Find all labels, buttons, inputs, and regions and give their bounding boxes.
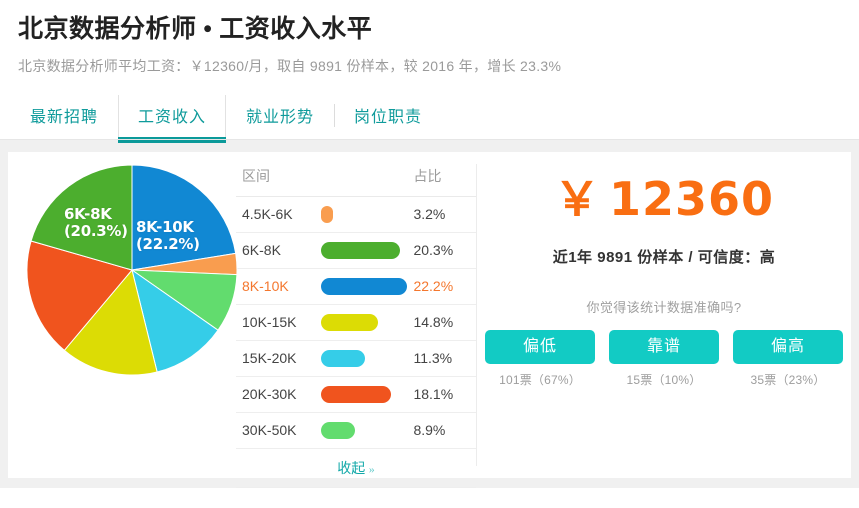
cell-range: 15K-20K (236, 340, 321, 377)
pie-label-6k-8k: 6K-8K (20.3%) (64, 206, 128, 240)
vote-count-accurate: 15票（10%） (626, 373, 702, 388)
distribution-table: 区间 占比 4.5K-6K 3.2% 6K-8K 20.3% 8K-10K 22.2% 10… (236, 165, 476, 488)
cell-percentage: 20.3% (413, 232, 476, 269)
currency-symbol: ￥ (553, 171, 601, 226)
page-title: 北京数据分析师 • 工资收入水平 (18, 16, 373, 43)
table-row[interactable]: 6K-8K 20.3% (236, 232, 476, 269)
cell-range: 30K-50K (236, 412, 321, 449)
table-footer-row: 收起 » (236, 448, 476, 488)
vote-button-low[interactable]: 偏低 (485, 330, 595, 365)
collapse-link[interactable]: 收起 » (337, 462, 375, 477)
cell-bar (320, 340, 414, 377)
cell-percentage: 8.9% (413, 412, 476, 449)
pie-label-8k-10k: 8K-10K (22.2%) (136, 219, 200, 253)
pie-slices (26, 164, 238, 376)
tab-salary-income[interactable]: 工资收入 (118, 94, 227, 143)
column-header-range: 区间 (236, 165, 321, 197)
vote-row: 偏低 101票（67%） 靠谱 15票（10%） 偏高 35票（23%） (477, 330, 851, 388)
column-header-bar (320, 165, 414, 197)
distribution-table-pane: 区间 占比 4.5K-6K 3.2% 6K-8K 20.3% 8K-10K 22.2% 10… (236, 152, 476, 488)
tab-label: 最新招聘 (30, 108, 99, 126)
tab-employment-trends[interactable]: 就业形势 (226, 95, 334, 139)
cell-bar (320, 232, 414, 269)
vote-question: 你觉得该统计数据准确吗? (586, 300, 742, 316)
tab-label: 就业形势 (246, 108, 315, 126)
table-row[interactable]: 8K-10K 22.2% (236, 268, 476, 305)
pie-label-range: 8K-10K (136, 217, 194, 236)
cell-range: 6K-8K (236, 232, 321, 269)
table-row[interactable]: 20K-30K 18.1% (236, 376, 476, 413)
vote-option-high: 偏高 35票（23%） (733, 330, 843, 388)
tab-label: 工资收入 (138, 108, 207, 126)
salary-card: 6K-8K (20.3%) 8K-10K (22.2%) 区间 占比 4.5K-… (8, 151, 851, 488)
table-header-row: 区间 占比 (236, 165, 476, 197)
percentage-bar (320, 277, 407, 295)
percentage-bar (320, 241, 400, 259)
tab-job-duties[interactable]: 岗位职责 (334, 95, 442, 139)
pie-chart: 6K-8K (20.3%) 8K-10K (22.2%) (26, 164, 238, 376)
cell-percentage: 14.8% (413, 304, 476, 341)
vote-button-accurate[interactable]: 靠谱 (609, 330, 719, 365)
chevron-right-icon: » (368, 461, 375, 476)
cell-bar (320, 412, 414, 449)
sample-size-line: 近1年 9891 份样本 / 可信度：高 (552, 249, 776, 267)
cell-percentage: 11.3% (413, 340, 476, 377)
page-subtitle: 北京数据分析师平均工资：￥12360/月，取自 9891 份样本，较 2016 … (18, 58, 562, 75)
cell-range: 8K-10K (236, 268, 321, 305)
cell-bar (320, 304, 414, 341)
cell-percentage: 18.1% (413, 376, 476, 413)
collapse-label: 收起 (337, 461, 366, 477)
tab-bar: 最新招聘 工资收入 就业形势 岗位职责 (0, 94, 859, 143)
cell-percentage: 3.2% (413, 196, 476, 233)
page-body: 6K-8K (20.3%) 8K-10K (22.2%) 区间 占比 4.5K-… (0, 139, 859, 488)
vote-option-low: 偏低 101票（67%） (485, 330, 595, 388)
tab-label: 岗位职责 (354, 108, 423, 126)
page-header: 北京数据分析师 • 工资收入水平 北京数据分析师平均工资：￥12360/月，取自… (0, 0, 859, 77)
vote-option-accurate: 靠谱 15票（10%） (609, 330, 719, 388)
salary-amount: 12360 (608, 171, 775, 226)
cell-range: 10K-15K (236, 304, 321, 341)
pie-label-pct: (22.2%) (136, 234, 200, 253)
tab-bar-underline (0, 138, 859, 140)
percentage-bar (320, 313, 378, 331)
cell-range: 20K-30K (236, 376, 321, 413)
percentage-bar (320, 349, 365, 367)
cell-bar (320, 376, 414, 413)
pie-chart-pane: 6K-8K (20.3%) 8K-10K (22.2%) (8, 152, 238, 478)
vote-button-high[interactable]: 偏高 (733, 330, 843, 365)
table-row[interactable]: 15K-20K 11.3% (236, 340, 476, 377)
cell-percentage: 22.2% (413, 268, 476, 305)
pie-label-pct: (20.3%) (64, 221, 128, 240)
cell-bar (320, 268, 414, 305)
column-header-pct: 占比 (413, 165, 476, 197)
vote-count-high: 35票（23%） (750, 373, 826, 388)
cell-range: 4.5K-6K (236, 196, 321, 233)
percentage-bar (320, 205, 333, 223)
pie-chart-svg (26, 164, 238, 376)
tab-latest-jobs[interactable]: 最新招聘 (10, 95, 118, 139)
percentage-bar (320, 421, 355, 439)
pie-label-range: 6K-8K (64, 204, 112, 223)
percentage-bar (320, 385, 391, 403)
vote-count-low: 101票（67%） (499, 373, 581, 388)
salary-summary-pane: ￥ 12360 近1年 9891 份样本 / 可信度：高 你觉得该统计数据准确吗?… (477, 152, 851, 478)
table-row[interactable]: 4.5K-6K 3.2% (236, 196, 476, 233)
table-row[interactable]: 10K-15K 14.8% (236, 304, 476, 341)
average-salary: ￥ 12360 (477, 174, 851, 225)
distribution-table-body: 4.5K-6K 3.2% 6K-8K 20.3% 8K-10K 22.2% 10K-15K 1… (236, 196, 476, 449)
cell-bar (320, 196, 414, 233)
table-row[interactable]: 30K-50K 8.9% (236, 412, 476, 449)
